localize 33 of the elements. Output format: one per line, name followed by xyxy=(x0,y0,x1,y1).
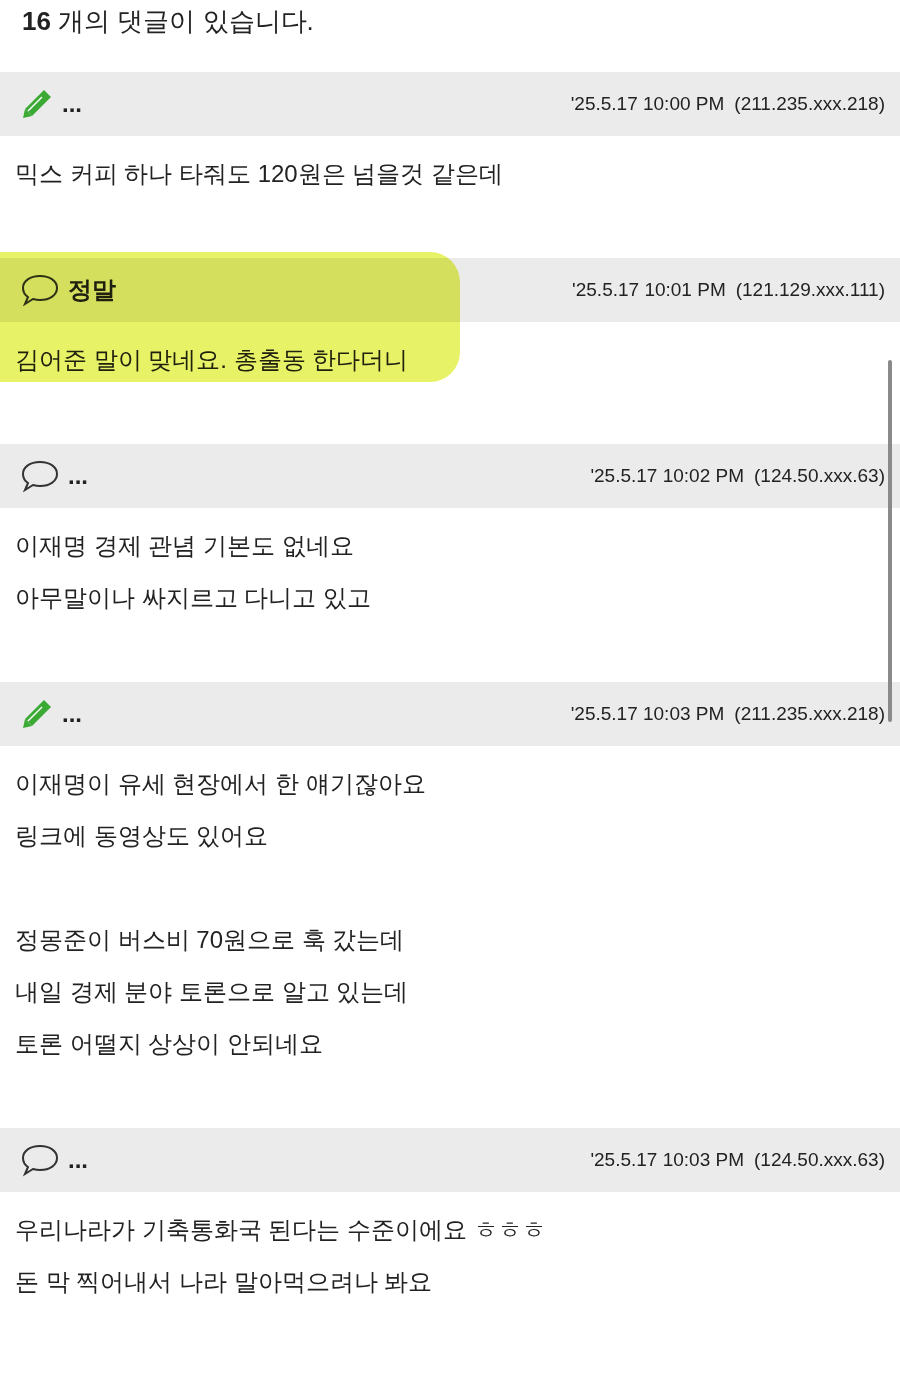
comment-date: '25.5.17 10:03 PM xyxy=(570,701,725,726)
comment-author: 정말 xyxy=(68,275,116,305)
comment-text: 이재명이 유세 현장에서 한 얘기잖아요 xyxy=(15,769,426,799)
scrollbar-thumb[interactable] xyxy=(888,360,892,722)
comment-author: ... xyxy=(62,89,82,119)
ip-address: (124.50.xxx.63) xyxy=(754,463,885,488)
comment-text: 아무말이나 싸지르고 다니고 있고 xyxy=(15,583,371,613)
comment-count: 16 개의 댓글이 있습니다. xyxy=(22,6,314,36)
comment-author: ... xyxy=(68,1145,88,1175)
speech-bubble-icon xyxy=(20,1143,60,1177)
speech-bubble-icon xyxy=(20,273,60,307)
comment-text: 토론 어떨지 상상이 안되네요 xyxy=(15,1029,323,1059)
ip-address: (211.235.xxx.218) xyxy=(734,91,885,116)
pencil-icon xyxy=(20,697,54,731)
comment-text: 링크에 동영상도 있어요 xyxy=(15,821,269,851)
ip-address: (124.50.xxx.63) xyxy=(754,1147,885,1172)
comment-text: 우리나라가 기축통화국 된다는 수준이에요 ㅎㅎㅎ xyxy=(15,1215,546,1245)
comment-date: '25.5.17 10:00 PM xyxy=(570,91,725,116)
ip-address: (121.129.xxx.111) xyxy=(735,277,885,302)
comment-text: 내일 경제 분야 토론으로 알고 있는데 xyxy=(15,977,409,1007)
ip-address: (211.235.xxx.218) xyxy=(734,701,885,726)
comment-text: 김어준 말이 맞네요. 총출동 한다더니 xyxy=(15,345,409,375)
comment-author: ... xyxy=(68,461,88,491)
comment-date: '25.5.17 10:01 PM xyxy=(572,277,726,302)
comment-text: 돈 막 찍어내서 나라 말아먹으려나 봐요 xyxy=(15,1267,433,1297)
comment-text: 믹스 커피 하나 타줘도 120원은 넘을것 같은데 xyxy=(15,159,504,189)
comment-date: '25.5.17 10:03 PM xyxy=(590,1147,745,1172)
comment-author: ... xyxy=(62,699,82,729)
pencil-icon xyxy=(20,87,54,121)
comment-date: '25.5.17 10:02 PM xyxy=(590,463,745,488)
comment-text: 이재명 경제 관념 기본도 없네요 xyxy=(15,531,354,561)
speech-bubble-icon xyxy=(20,459,60,493)
comment-text: 정몽준이 버스비 70원으로 훅 갔는데 xyxy=(15,925,405,955)
